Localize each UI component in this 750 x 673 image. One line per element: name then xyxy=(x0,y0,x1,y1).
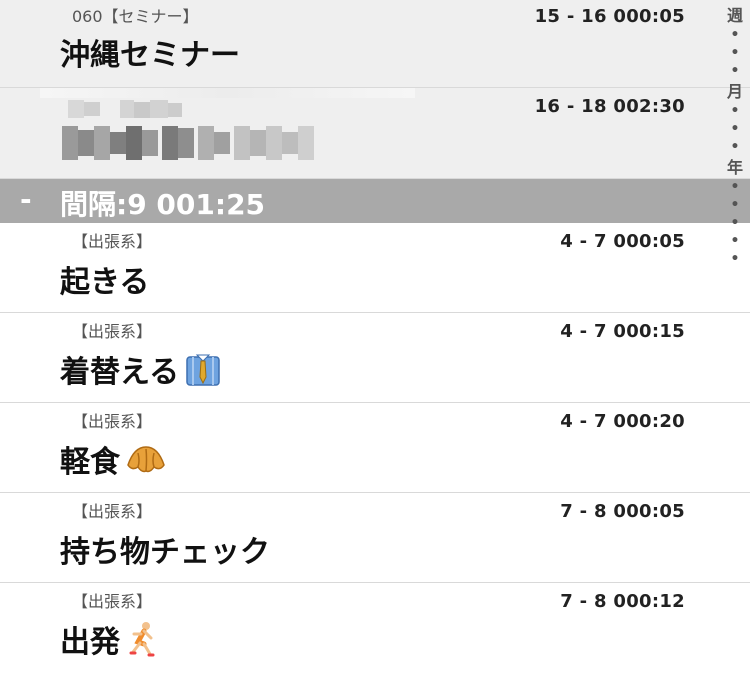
item-time: 15 - 16 000:05 xyxy=(534,6,685,27)
list-item[interactable]: 【出張系】 7 - 8 000:12 出発 xyxy=(0,583,750,673)
list-item[interactable]: 060【セミナー】 15 - 16 000:05 沖縄セミナー xyxy=(0,0,750,88)
item-title-text: 軽食 xyxy=(60,445,120,480)
list-item-redacted[interactable]: 16 - 18 002:30 xyxy=(0,88,750,179)
runner-icon xyxy=(124,620,162,658)
index-dot: • xyxy=(730,45,740,61)
item-category: 【出張系】 xyxy=(72,232,153,251)
item-category: 【出張系】 xyxy=(72,592,153,611)
item-title-text: 起きる xyxy=(60,265,150,300)
list-item[interactable]: 【出張系】 4 - 7 000:05 起きる xyxy=(0,223,750,313)
item-category: 【出張系】 xyxy=(72,412,153,431)
index-year[interactable]: 年 xyxy=(727,158,743,178)
item-title: 軽食 xyxy=(60,437,168,481)
separator-dash: - xyxy=(20,183,32,216)
index-dot: • xyxy=(730,63,740,79)
item-title-text: 出発 xyxy=(60,625,120,660)
redacted-category xyxy=(40,88,415,98)
item-time: 7 - 8 000:12 xyxy=(560,591,685,612)
index-dot: • xyxy=(730,179,740,195)
index-dot: • xyxy=(730,121,740,137)
item-title: 起きる xyxy=(60,257,149,301)
index-week[interactable]: 週 xyxy=(727,6,743,26)
item-time: 4 - 7 000:20 xyxy=(560,411,685,432)
index-dot: • xyxy=(730,139,740,155)
item-title: 沖縄セミナー xyxy=(60,38,240,73)
item-title: 出発 xyxy=(60,617,162,661)
redacted-title xyxy=(62,126,322,160)
item-category: 【出張系】 xyxy=(72,502,153,521)
item-time: 7 - 8 000:05 xyxy=(560,501,685,522)
item-title-text: 着替える xyxy=(60,355,180,390)
index-month[interactable]: 月 xyxy=(727,82,743,102)
item-category: 【出張系】 xyxy=(72,322,153,341)
croissant-icon xyxy=(124,441,168,477)
redacted-category-text xyxy=(68,100,196,118)
section-index-bar[interactable]: 週 • • • 月 • • • 年 • • • • • xyxy=(720,0,750,310)
item-category: 060【セミナー】 xyxy=(72,7,199,26)
list-item[interactable]: 【出張系】 4 - 7 000:20 軽食 xyxy=(0,403,750,493)
interval-separator: - 間隔:9 001:25 xyxy=(0,179,750,223)
item-title: 着替える xyxy=(60,347,223,391)
list-item[interactable]: 【出張系】 4 - 7 000:15 着替える xyxy=(0,313,750,403)
shirt-tie-icon xyxy=(183,351,223,387)
index-dot: • xyxy=(730,233,740,249)
index-dot: • xyxy=(730,215,740,231)
item-time: 4 - 7 000:15 xyxy=(560,321,685,342)
item-title-text: 持ち物チェック xyxy=(60,535,270,570)
item-title: 持ち物チェック xyxy=(60,527,270,571)
index-dot: • xyxy=(730,197,740,213)
list-item[interactable]: 【出張系】 7 - 8 000:05 持ち物チェック xyxy=(0,493,750,583)
separator-interval-label: 間隔:9 001:25 xyxy=(60,188,266,221)
index-dot: • xyxy=(730,251,740,267)
item-time: 4 - 7 000:05 xyxy=(560,231,685,252)
index-dot: • xyxy=(730,27,740,43)
schedule-list: 060【セミナー】 15 - 16 000:05 沖縄セミナー 16 - 18 … xyxy=(0,0,750,673)
item-time: 16 - 18 002:30 xyxy=(534,96,685,117)
index-dot: • xyxy=(730,103,740,119)
